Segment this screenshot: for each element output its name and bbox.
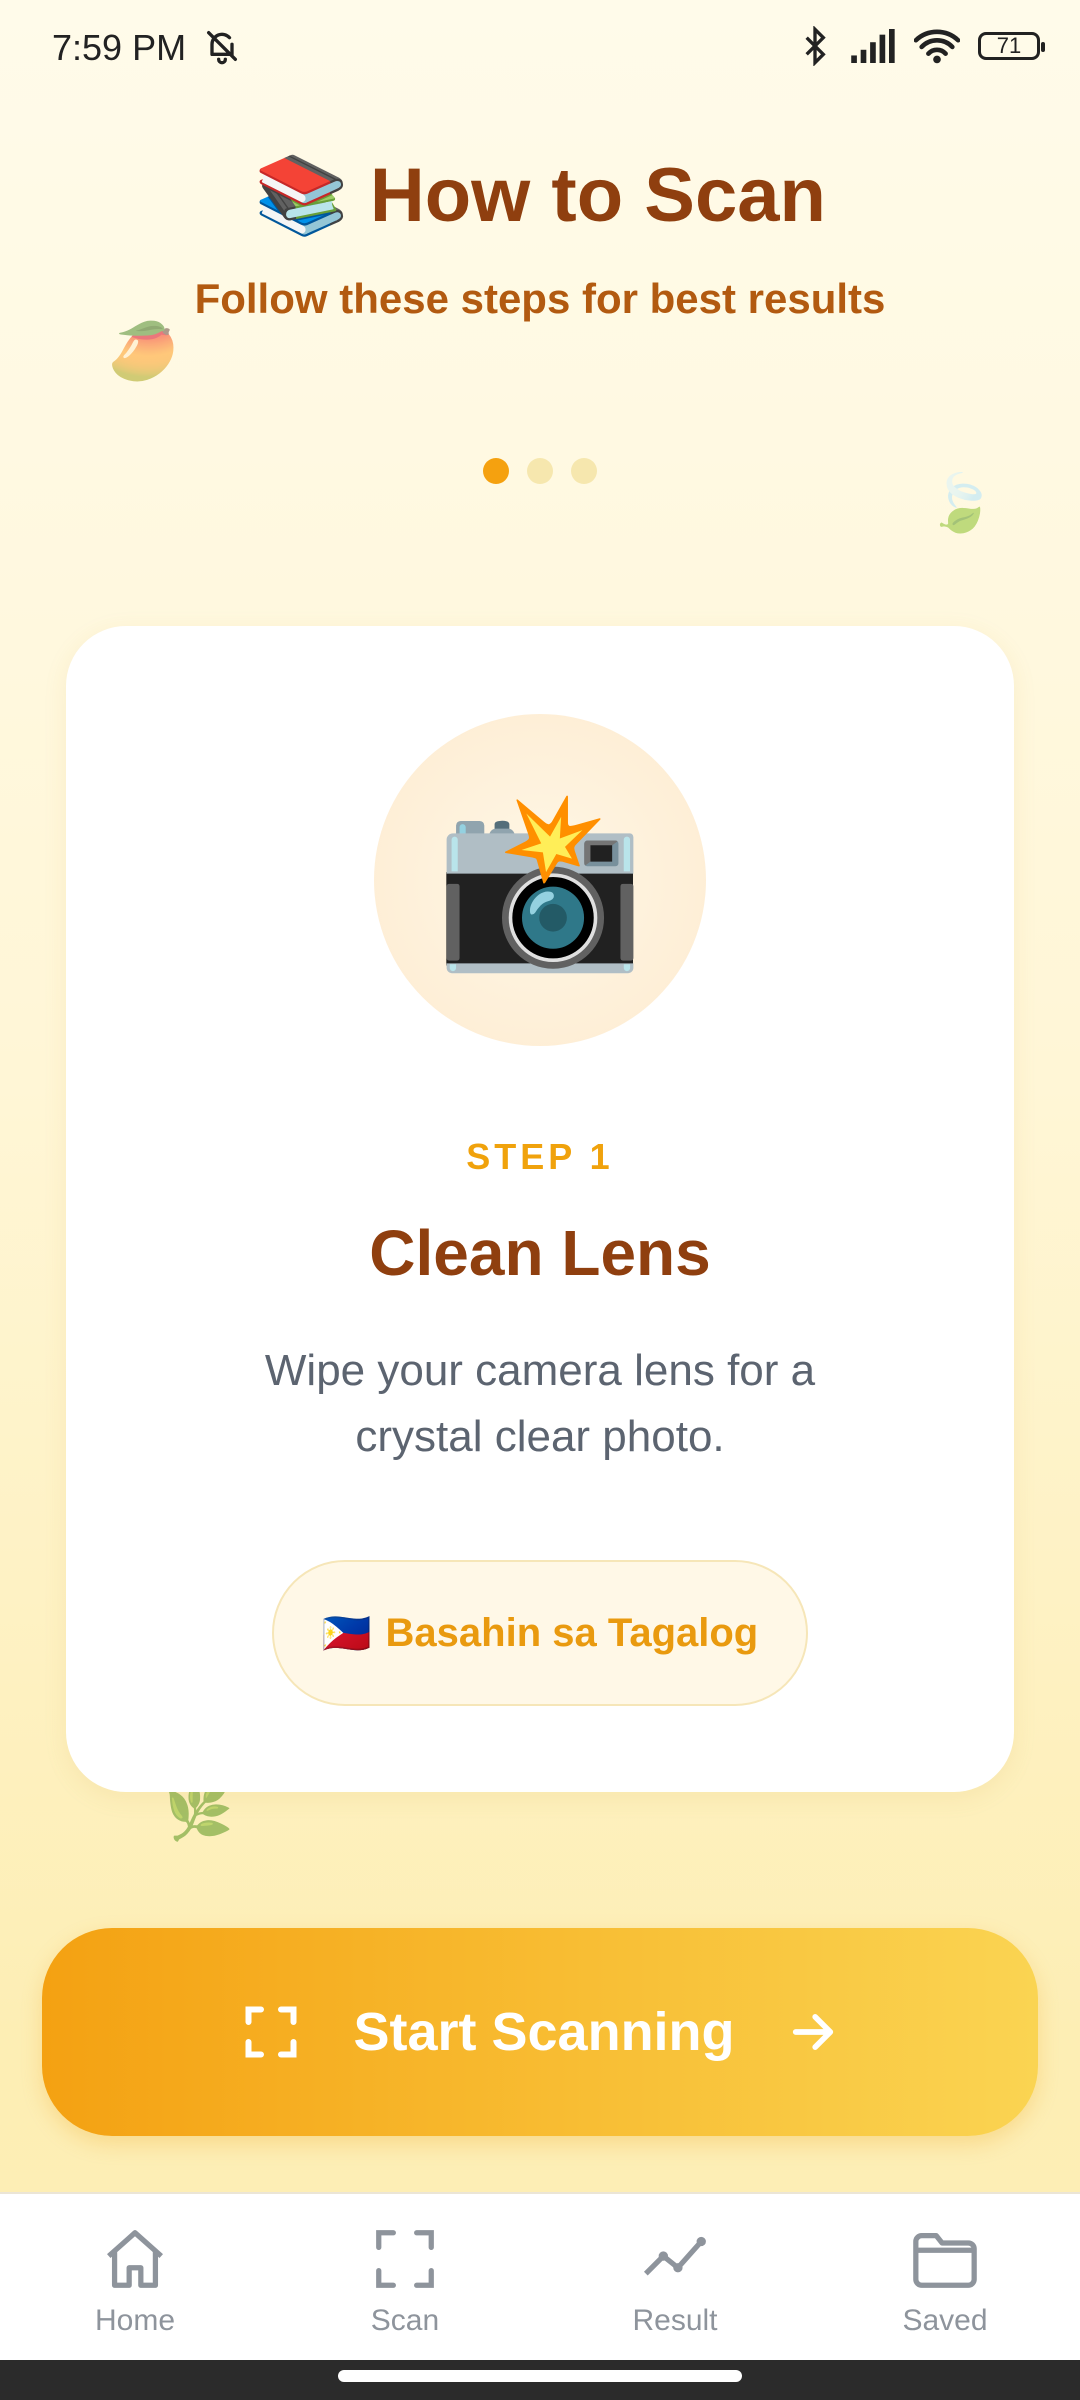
step-title: Clean Lens [369, 1217, 711, 1289]
page-subtitle: Follow these steps for best results [194, 275, 886, 322]
step-description: Wipe your camera lens for a crystal clea… [264, 1346, 816, 1461]
wifi-icon [914, 29, 960, 64]
home-gesture-handle[interactable] [338, 2370, 742, 2382]
start-scanning-label: Start Scanning [353, 2002, 735, 2062]
mango-decoration: 🥭 [108, 319, 178, 382]
philippines-flag-icon: 🇵🇭 [321, 1611, 372, 1656]
folder-icon [913, 2233, 977, 2288]
bluetooth-icon [805, 26, 826, 66]
camera-illustration: 📸 [374, 714, 706, 1046]
step-label: STEP 1 [466, 1136, 614, 1177]
nav-label-result: Result [632, 2304, 718, 2337]
pager-dot-1[interactable] [483, 458, 509, 484]
battery-icon: 71 [978, 32, 1045, 60]
bottom-nav: Home Scan Result Saved [0, 2192, 1080, 2362]
home-icon [107, 2230, 163, 2288]
nav-item-result[interactable]: Result [540, 2194, 810, 2362]
nav-label-saved: Saved [902, 2304, 988, 2337]
page-title: 📚 How to Scan [0, 150, 1080, 240]
nav-item-scan[interactable]: Scan [270, 2194, 540, 2362]
books-emoji: 📚 [254, 153, 349, 238]
nav-label-home: Home [94, 2304, 176, 2337]
nav-item-home[interactable]: Home [0, 2194, 270, 2362]
step-card[interactable]: 📸 STEP 1 Clean Lens Wipe your camera len… [66, 626, 1014, 1792]
start-scanning-button[interactable]: Start Scanning [42, 1928, 1038, 2136]
chart-line-icon [643, 2236, 706, 2276]
nav-item-saved[interactable]: Saved [810, 2194, 1080, 2362]
pager-dots [0, 458, 1080, 484]
battery-level: 71 [996, 33, 1022, 58]
read-in-tagalog-label: Basahin sa Tagalog [385, 1610, 759, 1655]
page-title-text: How to Scan [369, 153, 826, 238]
scan-icon [376, 2230, 434, 2288]
status-time: 7:59 PM [52, 26, 242, 69]
signal-icon [851, 29, 895, 63]
pager-dot-3[interactable] [571, 458, 597, 484]
status-time-text: 7:59 PM [52, 27, 187, 68]
nav-label-scan: Scan [370, 2304, 440, 2337]
status-icons: 71 [800, 26, 1045, 66]
scan-frame-icon [245, 2006, 297, 2058]
camera-flash-emoji: 📸 [434, 785, 646, 975]
read-in-tagalog-button[interactable]: 🇵🇭 Basahin sa Tagalog [272, 1560, 808, 1706]
bell-off-icon [207, 30, 238, 65]
arrow-right-icon [792, 2014, 833, 2050]
pager-dot-2[interactable] [527, 458, 553, 484]
